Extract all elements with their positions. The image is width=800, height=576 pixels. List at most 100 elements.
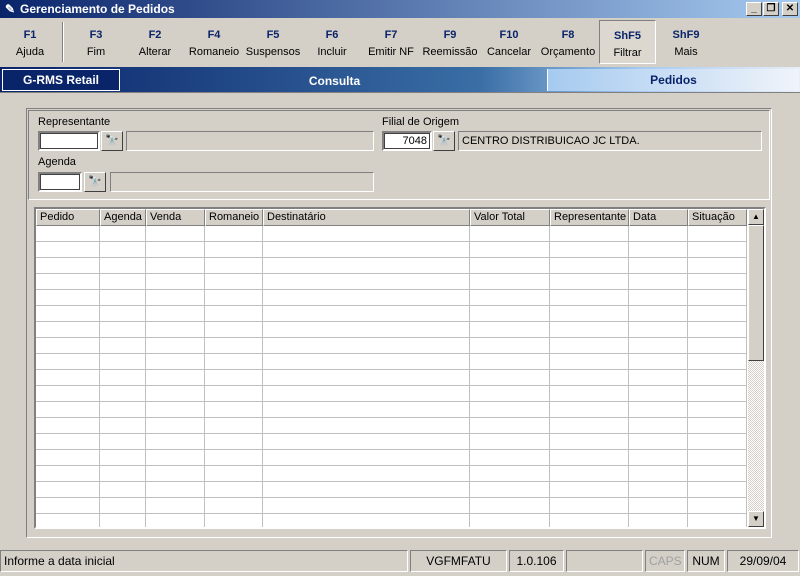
table-cell[interactable] (205, 242, 263, 258)
table-cell[interactable] (100, 370, 146, 386)
table-cell[interactable] (146, 434, 205, 450)
table-row[interactable] (36, 354, 747, 370)
table-cell[interactable] (688, 306, 747, 322)
table-cell[interactable] (100, 514, 146, 527)
column-header[interactable]: Situação (688, 209, 747, 226)
table-cell[interactable] (263, 466, 470, 482)
table-cell[interactable] (146, 306, 205, 322)
table-cell[interactable] (36, 418, 100, 434)
table-cell[interactable] (629, 418, 688, 434)
table-cell[interactable] (100, 354, 146, 370)
f9-reissue-button[interactable]: F9 Reemissão (422, 20, 478, 64)
f5-suspended-button[interactable]: F5 Suspensos (245, 20, 301, 64)
table-cell[interactable] (470, 450, 550, 466)
table-cell[interactable] (205, 418, 263, 434)
table-cell[interactable] (146, 322, 205, 338)
table-cell[interactable] (688, 498, 747, 514)
table-cell[interactable] (688, 514, 747, 527)
table-row[interactable] (36, 322, 747, 338)
filial-search-button[interactable]: 🔭 (433, 131, 455, 151)
table-cell[interactable] (263, 370, 470, 386)
table-cell[interactable] (263, 242, 470, 258)
table-cell[interactable] (205, 354, 263, 370)
table-cell[interactable] (100, 434, 146, 450)
table-cell[interactable] (629, 338, 688, 354)
table-cell[interactable] (100, 482, 146, 498)
table-cell[interactable] (470, 466, 550, 482)
table-cell[interactable] (263, 258, 470, 274)
table-cell[interactable] (263, 482, 470, 498)
table-cell[interactable] (146, 514, 205, 527)
column-header[interactable]: Representante (550, 209, 629, 226)
table-cell[interactable] (205, 514, 263, 527)
table-cell[interactable] (629, 402, 688, 418)
f2-edit-button[interactable]: F2 Alterar (127, 20, 183, 64)
table-cell[interactable] (688, 418, 747, 434)
restore-button[interactable]: ❐ (763, 2, 779, 16)
vertical-scrollbar[interactable]: ▲ ▼ (748, 209, 764, 527)
table-cell[interactable] (146, 450, 205, 466)
table-cell[interactable] (550, 226, 629, 242)
table-cell[interactable] (688, 258, 747, 274)
table-cell[interactable] (205, 466, 263, 482)
filial-input[interactable]: 7048 (382, 131, 432, 151)
table-cell[interactable] (36, 290, 100, 306)
table-cell[interactable] (36, 402, 100, 418)
table-cell[interactable] (688, 482, 747, 498)
table-cell[interactable] (36, 274, 100, 290)
table-cell[interactable] (688, 434, 747, 450)
shf5-filter-button[interactable]: ShF5 Filtrar (599, 20, 656, 64)
table-cell[interactable] (36, 450, 100, 466)
table-cell[interactable] (263, 450, 470, 466)
table-cell[interactable] (100, 226, 146, 242)
table-cell[interactable] (36, 226, 100, 242)
table-cell[interactable] (550, 498, 629, 514)
table-row[interactable] (36, 450, 747, 466)
table-cell[interactable] (146, 226, 205, 242)
table-cell[interactable] (688, 450, 747, 466)
table-cell[interactable] (550, 242, 629, 258)
table-row[interactable] (36, 498, 747, 514)
table-cell[interactable] (629, 242, 688, 258)
table-cell[interactable] (470, 242, 550, 258)
table-cell[interactable] (688, 338, 747, 354)
table-cell[interactable] (100, 498, 146, 514)
table-cell[interactable] (470, 338, 550, 354)
table-cell[interactable] (146, 242, 205, 258)
table-cell[interactable] (146, 258, 205, 274)
table-row[interactable] (36, 514, 747, 527)
f4-romaneio-button[interactable]: F4 Romaneio (186, 20, 242, 64)
table-cell[interactable] (36, 466, 100, 482)
table-cell[interactable] (100, 242, 146, 258)
table-cell[interactable] (629, 370, 688, 386)
close-button[interactable]: ✕ (782, 2, 798, 16)
table-cell[interactable] (688, 322, 747, 338)
table-cell[interactable] (629, 498, 688, 514)
table-cell[interactable] (688, 290, 747, 306)
table-cell[interactable] (205, 322, 263, 338)
table-cell[interactable] (688, 466, 747, 482)
scroll-down-button[interactable]: ▼ (748, 511, 764, 527)
table-cell[interactable] (205, 290, 263, 306)
table-cell[interactable] (470, 514, 550, 527)
table-cell[interactable] (100, 466, 146, 482)
table-cell[interactable] (205, 434, 263, 450)
table-cell[interactable] (205, 338, 263, 354)
scroll-thumb[interactable] (748, 225, 764, 361)
f7-emit-nf-button[interactable]: F7 Emitir NF (363, 20, 419, 64)
table-cell[interactable] (146, 370, 205, 386)
column-header[interactable]: Romaneio (205, 209, 263, 226)
table-cell[interactable] (629, 466, 688, 482)
table-row[interactable] (36, 434, 747, 450)
table-cell[interactable] (205, 258, 263, 274)
table-row[interactable] (36, 274, 747, 290)
table-cell[interactable] (205, 402, 263, 418)
column-header[interactable]: Agenda (100, 209, 146, 226)
table-cell[interactable] (36, 434, 100, 450)
table-row[interactable] (36, 306, 747, 322)
table-cell[interactable] (146, 402, 205, 418)
table-cell[interactable] (629, 514, 688, 527)
representante-search-button[interactable]: 🔭 (101, 131, 123, 151)
table-row[interactable] (36, 290, 747, 306)
column-header[interactable]: Venda (146, 209, 205, 226)
